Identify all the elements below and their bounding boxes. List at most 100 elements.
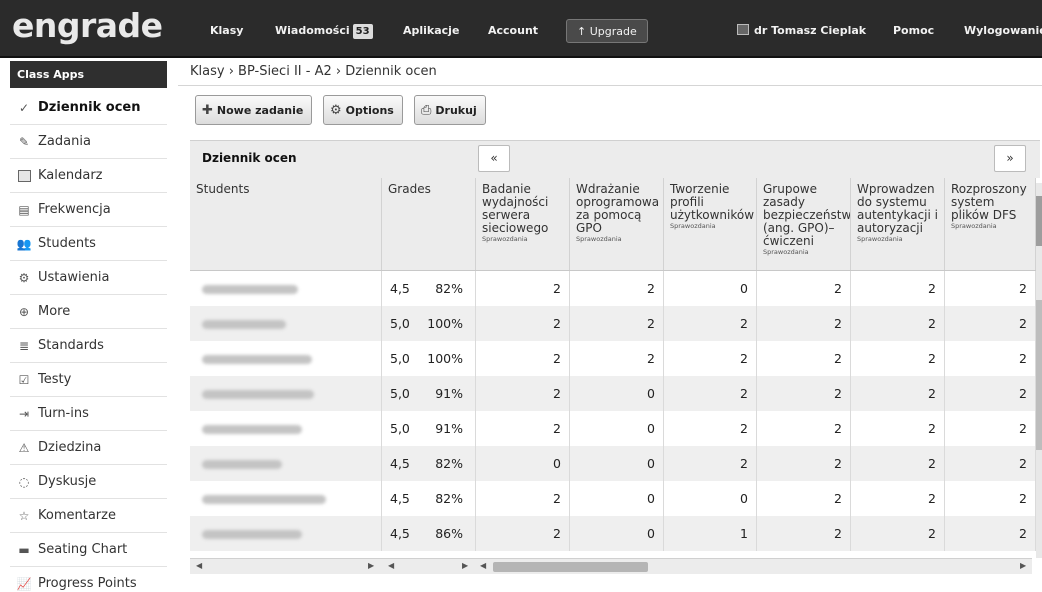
sidebar-item-turn-ins[interactable]: ⇥ Turn-ins	[10, 397, 167, 431]
score-cell[interactable]: 2	[757, 516, 851, 551]
grade-cell[interactable]: 5,0 100%	[382, 306, 476, 341]
grade-cell[interactable]: 4,5 82%	[382, 446, 476, 481]
grade-cell[interactable]: 5,0 100%	[382, 341, 476, 376]
scroll-right-icon[interactable]: ▶	[368, 561, 374, 570]
assignment-header[interactable]: Wprowadzen do systemu autentykacji i aut…	[851, 178, 945, 271]
score-cell[interactable]: 2	[664, 306, 757, 341]
sidebar-item-progress-points[interactable]: 📈 Progress Points	[10, 567, 167, 592]
sidebar-item-students[interactable]: 👥 Students	[10, 227, 167, 261]
sidebar-item-frekwencja[interactable]: ▤ Frekwencja	[10, 193, 167, 227]
score-cell[interactable]: 0	[664, 271, 757, 306]
upgrade-button[interactable]: ↑ Upgrade	[566, 19, 648, 43]
sidebar-item-dziedzina[interactable]: ⚠ Dziedzina	[10, 431, 167, 465]
score-cell[interactable]: 2	[851, 481, 945, 516]
score-cell[interactable]: 2	[476, 376, 570, 411]
score-cell[interactable]: 2	[851, 516, 945, 551]
student-name-cell[interactable]	[190, 376, 382, 411]
previous-page-button[interactable]: «	[478, 145, 510, 172]
grades-column-header[interactable]: Grades	[382, 178, 476, 271]
score-cell[interactable]: 2	[570, 271, 664, 306]
scroll-left-icon[interactable]: ◀	[480, 561, 486, 570]
grade-cell[interactable]: 4,5 82%	[382, 271, 476, 306]
score-cell[interactable]: 2	[945, 341, 1036, 376]
students-column-header[interactable]: Students	[190, 178, 382, 271]
score-cell[interactable]: 2	[851, 271, 945, 306]
score-cell[interactable]: 0	[570, 446, 664, 481]
assignment-header[interactable]: Grupowe zasady bezpieczeństw (ang. GPO)–…	[757, 178, 851, 271]
score-cell[interactable]: 2	[945, 446, 1036, 481]
breadcrumb[interactable]: Klasy › BP-Sieci II - A2 › Dziennik ocen	[190, 60, 437, 84]
sidebar-item-komentarze[interactable]: ☆ Komentarze	[10, 499, 167, 533]
sidebar-item-testy[interactable]: ☑ Testy	[10, 363, 167, 397]
score-cell[interactable]: 0	[570, 516, 664, 551]
sidebar-item-standards[interactable]: ≣ Standards	[10, 329, 167, 363]
scroll-right-icon[interactable]: ▶	[462, 561, 468, 570]
student-name-cell[interactable]	[190, 411, 382, 446]
scroll-left-icon[interactable]: ◀	[196, 561, 202, 570]
grade-cell[interactable]: 4,5 86%	[382, 516, 476, 551]
score-cell[interactable]: 2	[757, 481, 851, 516]
score-cell[interactable]: 2	[476, 341, 570, 376]
score-cell[interactable]: 2	[476, 306, 570, 341]
score-cell[interactable]: 2	[757, 411, 851, 446]
score-cell[interactable]: 2	[757, 306, 851, 341]
nav-wylogowanie[interactable]: Wylogowanie	[954, 19, 1042, 43]
grade-cell[interactable]: 5,0 91%	[382, 376, 476, 411]
sidebar-item-dyskusje[interactable]: ◌ Dyskusje	[10, 465, 167, 499]
assignment-header[interactable]: Rozproszony system plików DFS Sprawozdan…	[945, 178, 1036, 271]
horizontal-scroll-thumb[interactable]	[493, 562, 648, 572]
score-cell[interactable]: 2	[851, 446, 945, 481]
score-cell[interactable]: 0	[570, 411, 664, 446]
score-cell[interactable]: 2	[945, 376, 1036, 411]
vertical-scroll-track-thumb[interactable]	[1036, 300, 1042, 450]
score-cell[interactable]: 2	[757, 376, 851, 411]
score-cell[interactable]: 2	[945, 516, 1036, 551]
vertical-scroll-thumb[interactable]	[1036, 196, 1042, 246]
grade-cell[interactable]: 5,0 91%	[382, 411, 476, 446]
assignment-header[interactable]: Tworzenie profili użytkowników Sprawozda…	[664, 178, 757, 271]
horizontal-scrollbar[interactable]: ◀ ▶ ◀ ▶ ◀ ▶	[190, 558, 1032, 574]
sidebar-item-more[interactable]: ⊕ More	[10, 295, 167, 329]
score-cell[interactable]: 2	[664, 446, 757, 481]
score-cell[interactable]: 2	[664, 411, 757, 446]
score-cell[interactable]: 0	[664, 481, 757, 516]
student-name-cell[interactable]	[190, 446, 382, 481]
nav-wiadomosci[interactable]: Wiadomości 53	[265, 19, 383, 43]
sidebar-item-ustawienia[interactable]: ⚙ Ustawienia	[10, 261, 167, 295]
assignment-header[interactable]: Badanie wydajności serwera sieciowego Sp…	[476, 178, 570, 271]
nav-user[interactable]: dr Tomasz Cieplak	[727, 19, 876, 43]
options-button[interactable]: ⚙ Options	[323, 95, 403, 125]
scroll-left-icon[interactable]: ◀	[388, 561, 394, 570]
score-cell[interactable]: 1	[664, 516, 757, 551]
student-name-cell[interactable]	[190, 516, 382, 551]
score-cell[interactable]: 2	[945, 271, 1036, 306]
score-cell[interactable]: 2	[945, 306, 1036, 341]
engrade-logo[interactable]: engrade	[12, 6, 163, 45]
nav-aplikacje[interactable]: Aplikacje	[393, 19, 469, 43]
student-name-cell[interactable]	[190, 341, 382, 376]
scroll-right-icon[interactable]: ▶	[1020, 561, 1026, 570]
score-cell[interactable]: 2	[757, 341, 851, 376]
score-cell[interactable]: 2	[476, 411, 570, 446]
sidebar-item-seating-chart[interactable]: ▬ Seating Chart	[10, 533, 167, 567]
score-cell[interactable]: 2	[476, 271, 570, 306]
sidebar-item-zadania[interactable]: ✎ Zadania	[10, 125, 167, 159]
score-cell[interactable]: 2	[664, 341, 757, 376]
score-cell[interactable]: 0	[570, 481, 664, 516]
score-cell[interactable]: 2	[570, 306, 664, 341]
next-page-button[interactable]: »	[994, 145, 1026, 172]
score-cell[interactable]: 2	[757, 271, 851, 306]
nav-klasy[interactable]: Klasy	[200, 19, 253, 43]
grade-cell[interactable]: 4,5 82%	[382, 481, 476, 516]
score-cell[interactable]: 0	[570, 376, 664, 411]
new-task-button[interactable]: ✚ Nowe zadanie	[195, 95, 313, 125]
score-cell[interactable]: 2	[945, 481, 1036, 516]
sidebar-item-dziennik-ocen[interactable]: ✓ Dziennik ocen	[10, 91, 167, 125]
score-cell[interactable]: 0	[476, 446, 570, 481]
student-name-cell[interactable]	[190, 306, 382, 341]
score-cell[interactable]: 2	[851, 341, 945, 376]
score-cell[interactable]: 2	[476, 516, 570, 551]
nav-account[interactable]: Account	[478, 19, 548, 43]
score-cell[interactable]: 2	[851, 306, 945, 341]
score-cell[interactable]: 2	[664, 376, 757, 411]
